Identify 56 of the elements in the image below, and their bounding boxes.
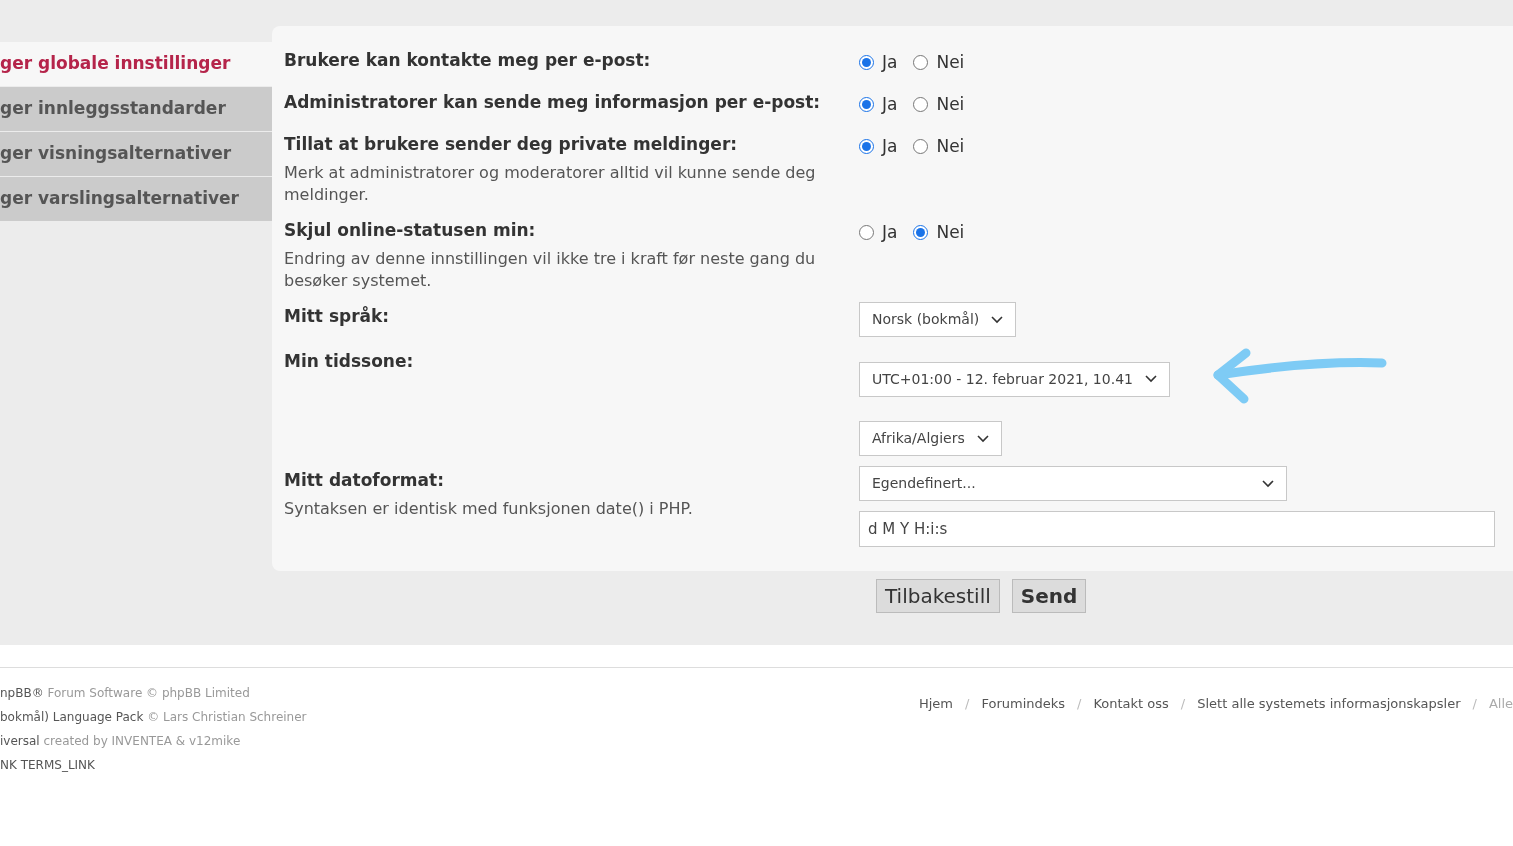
sidebar-tab[interactable]: ger varslingsalternativer xyxy=(0,177,272,221)
setting-hint: Syntaksen er identisk med funksjonen date() i PHP. xyxy=(284,498,694,520)
radio-button[interactable] xyxy=(913,225,929,241)
dropdown[interactable]: UTC+01:00 - 12. februar 2021, 10.41 xyxy=(859,361,1170,397)
setting-hint: Endring av denne innstillingen vil ikke tre i kraft før neste gang du besøker systemet. xyxy=(284,248,817,292)
link-separator: / xyxy=(965,695,970,713)
chevron-down-icon xyxy=(976,434,989,443)
radio-label: Nei xyxy=(936,93,965,116)
footer-link[interactable]: NK TERMS_LINK xyxy=(0,758,95,772)
setting-label: Skjul online-statusen min: xyxy=(284,219,537,242)
footer-link[interactable]: Slett alle systemets informasjonskapsler xyxy=(1197,694,1461,714)
chevron-down-icon xyxy=(991,315,1004,324)
dropdown[interactable]: Norsk (bokmål) xyxy=(859,302,1017,337)
footer-link[interactable]: iversal xyxy=(0,734,40,748)
footer-link[interactable]: Hjem xyxy=(919,694,954,714)
footer-link[interactable]: Forumindeks xyxy=(981,694,1066,714)
reset-button[interactable]: Tilbakestill xyxy=(876,579,1000,613)
chevron-down-icon xyxy=(1262,479,1274,488)
radio-button[interactable] xyxy=(859,97,874,113)
radio-label: Ja xyxy=(882,93,898,116)
dropdown[interactable]: Afrika/Algiers xyxy=(859,421,1002,456)
setting-label: Min tidssone: xyxy=(284,350,415,373)
radio-button[interactable] xyxy=(913,97,929,113)
radio-label: Ja xyxy=(882,51,898,74)
radio-label: Ja xyxy=(882,221,898,244)
credit-text: created by INVENTEA & v12mike xyxy=(42,734,241,748)
dropdown[interactable]: Egendefinert... xyxy=(859,466,1287,501)
radio-button[interactable] xyxy=(859,55,874,71)
footer-link[interactable]: Kontakt oss xyxy=(1093,694,1169,714)
link-separator: / xyxy=(1180,695,1186,713)
credit-text: © Lars Christian Schreiner xyxy=(146,710,307,724)
radio-button[interactable] xyxy=(859,139,874,155)
sidebar-tab[interactable]: ger globale innstillinger xyxy=(0,42,272,86)
radio-label: Nei xyxy=(936,135,965,158)
radio-button[interactable] xyxy=(859,225,874,241)
send-button[interactable]: Send xyxy=(1011,579,1087,613)
radio-label: Nei xyxy=(936,221,965,244)
setting-label: Mitt datoformat: xyxy=(284,469,445,492)
setting-label: Brukere kan kontakte meg per e-post: xyxy=(284,49,652,72)
link-separator: / xyxy=(1077,695,1082,713)
radio-label: Ja xyxy=(882,135,898,158)
setting-label: Tillat at brukere sender deg private meldinger: xyxy=(284,133,739,156)
footer-link[interactable]: bokmål) Language Pack xyxy=(0,710,144,724)
radio-button[interactable] xyxy=(913,139,929,155)
sidebar-tab[interactable]: ger visningsalternativer xyxy=(0,132,272,176)
date-format-field[interactable]: d M Y H:i:s xyxy=(859,511,1495,547)
footer-link[interactable]: npBB® xyxy=(0,686,44,700)
credit-text: Forum Software © phpBB Limited xyxy=(46,686,250,700)
radio-button[interactable] xyxy=(913,55,929,71)
setting-label: Administratorer kan sende meg informasjon per e-post: xyxy=(284,91,822,114)
radio-label: Nei xyxy=(936,51,965,74)
setting-hint: Merk at administratorer og moderatorer alltid vil kunne sende deg meldinger. xyxy=(284,162,817,206)
setting-label: Mitt språk: xyxy=(284,305,391,328)
link-separator: / xyxy=(1472,695,1477,713)
chevron-down-icon xyxy=(1144,375,1157,383)
sidebar-tab[interactable]: ger innleggsstandarder xyxy=(0,87,272,131)
